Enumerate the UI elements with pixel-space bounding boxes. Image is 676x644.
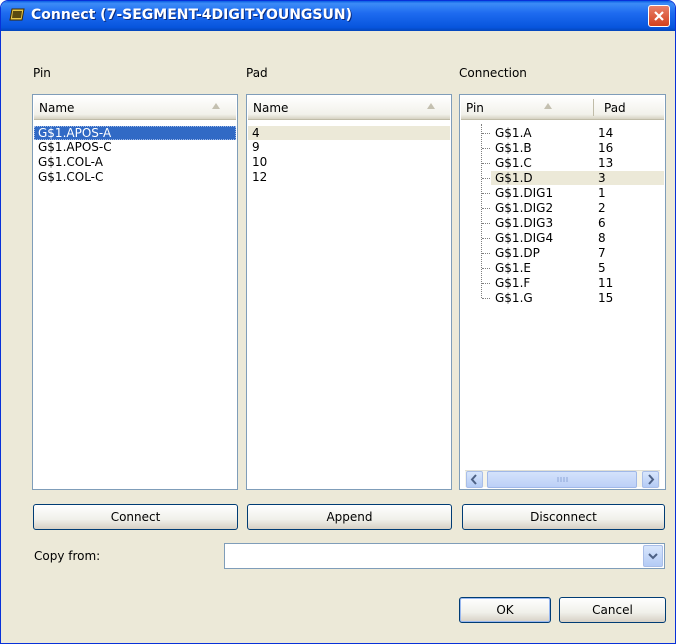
pad-list-item[interactable]: 12 xyxy=(248,170,450,184)
connection-pad-number: 6 xyxy=(598,216,606,230)
connection-column-header: Pin Pad xyxy=(461,96,664,120)
connection-row[interactable]: G$1.DIG2 2 xyxy=(491,201,664,215)
tree-connector-line xyxy=(482,193,490,194)
connection-pad-column-header[interactable]: Pad xyxy=(594,96,666,119)
connection-pad-number: 1 xyxy=(598,186,606,200)
pad-name-column-header[interactable]: Name xyxy=(248,96,450,120)
title-bar[interactable]: Connect (7-SEGMENT-4DIGIT-YOUNGSUN) xyxy=(1,1,675,31)
pad-name-column-label: Name xyxy=(253,101,289,115)
pad-list[interactable]: Name 4 9 10 12 xyxy=(246,94,452,490)
tree-connector-line xyxy=(482,283,490,284)
connection-pin-name: G$1.C xyxy=(495,156,532,170)
disconnect-button[interactable]: Disconnect xyxy=(462,504,665,530)
ok-button[interactable]: OK xyxy=(459,597,551,623)
connection-pin-name: G$1.DP xyxy=(495,246,540,260)
pad-list-item[interactable]: 4 xyxy=(248,126,450,140)
connection-pad-number: 5 xyxy=(598,261,606,275)
close-button[interactable] xyxy=(648,5,670,27)
connection-pad-number: 13 xyxy=(598,156,614,170)
connection-pin-name: G$1.G xyxy=(495,291,533,305)
tree-connector-line xyxy=(482,298,490,299)
copy-from-combobox[interactable] xyxy=(224,543,665,569)
pin-name-column-header[interactable]: Name xyxy=(34,96,236,120)
connection-pad-number: 8 xyxy=(598,231,606,245)
sort-ascending-icon xyxy=(544,103,552,109)
tree-connector-line xyxy=(482,208,490,209)
connection-row[interactable]: G$1.B 16 xyxy=(491,141,664,155)
arrow-right-icon xyxy=(648,474,655,485)
connection-pin-name: G$1.DIG2 xyxy=(495,201,554,215)
pin-list-item[interactable]: G$1.APOS-A xyxy=(34,126,236,140)
connection-row[interactable]: G$1.DIG4 8 xyxy=(491,231,664,245)
connect-dialog: Connect (7-SEGMENT-4DIGIT-YOUNGSUN) Pin … xyxy=(0,0,676,644)
connection-pin-name: G$1.A xyxy=(495,126,532,140)
grip-icon xyxy=(557,477,568,482)
pad-list-item[interactable]: 10 xyxy=(248,155,450,169)
pin-list-item[interactable]: G$1.COL-A xyxy=(34,155,236,169)
connection-row[interactable]: G$1.C 13 xyxy=(491,156,664,170)
tree-connector-line xyxy=(482,268,490,269)
connection-row[interactable]: G$1.G 15 xyxy=(491,291,664,305)
connection-pad-number: 14 xyxy=(598,126,614,140)
pin-name-column-label: Name xyxy=(39,101,75,115)
connect-app-icon xyxy=(9,8,25,21)
connection-row[interactable]: G$1.A 14 xyxy=(491,126,664,140)
connection-pad-column-label: Pad xyxy=(604,101,626,115)
tree-connector-line xyxy=(482,223,490,224)
sort-ascending-icon xyxy=(212,103,220,109)
connection-row[interactable]: G$1.D 3 xyxy=(491,171,664,185)
connection-pin-column-header[interactable]: Pin xyxy=(461,96,593,119)
scroll-left-button[interactable] xyxy=(466,471,483,488)
connection-tree[interactable]: Pin Pad G$1.A 14 G$1.B 16 G$1.C 13 G$1.D 3 G$1.D… xyxy=(459,94,666,490)
scrollbar-thumb[interactable] xyxy=(487,471,637,488)
connection-pin-name: G$1.DIG4 xyxy=(495,231,554,245)
connection-row[interactable]: G$1.DIG3 6 xyxy=(491,216,664,230)
connection-pad-number: 16 xyxy=(598,141,614,155)
copy-from-label: Copy from: xyxy=(34,549,101,563)
connection-pad-number: 15 xyxy=(598,291,614,305)
tree-connector-line xyxy=(482,148,490,149)
connection-pin-column-label: Pin xyxy=(466,101,484,115)
cancel-button[interactable]: Cancel xyxy=(559,597,666,623)
tree-connector-line xyxy=(482,238,490,239)
horizontal-scrollbar[interactable] xyxy=(465,470,660,488)
pad-panel-label: Pad xyxy=(246,66,268,80)
pin-list-item[interactable]: G$1.COL-C xyxy=(34,170,236,184)
close-icon xyxy=(654,11,664,21)
connection-pad-number: 2 xyxy=(598,201,606,215)
connection-row[interactable]: G$1.DIG1 1 xyxy=(491,186,664,200)
connection-pin-name: G$1.F xyxy=(495,276,531,290)
connection-pad-number: 3 xyxy=(598,171,606,185)
sort-ascending-icon xyxy=(427,103,435,109)
copy-from-dropdown-button[interactable] xyxy=(643,545,663,567)
connect-button[interactable]: Connect xyxy=(33,504,238,530)
connection-pin-name: G$1.B xyxy=(495,141,532,155)
connection-row[interactable]: G$1.F 11 xyxy=(491,276,664,290)
pin-list[interactable]: Name G$1.APOS-A G$1.APOS-C G$1.COL-A G$1… xyxy=(32,94,238,490)
tree-connector-line xyxy=(481,124,482,298)
tree-connector-line xyxy=(482,133,490,134)
connection-pin-name: G$1.DIG1 xyxy=(495,186,554,200)
pin-list-item[interactable]: G$1.APOS-C xyxy=(34,140,236,154)
connection-pad-number: 11 xyxy=(598,276,614,290)
connection-pin-name: G$1.D xyxy=(495,171,533,185)
connection-panel-label: Connection xyxy=(459,66,527,80)
connection-pin-name: G$1.E xyxy=(495,261,531,275)
append-button[interactable]: Append xyxy=(247,504,452,530)
tree-connector-line xyxy=(482,253,490,254)
connection-row[interactable]: G$1.DP 7 xyxy=(491,246,664,260)
tree-connector-line xyxy=(482,178,490,179)
connection-pad-number: 7 xyxy=(598,246,606,260)
window-title: Connect (7-SEGMENT-4DIGIT-YOUNGSUN) xyxy=(31,7,352,23)
connection-row[interactable]: G$1.E 5 xyxy=(491,261,664,275)
tree-connector-line xyxy=(482,163,490,164)
pin-panel-label: Pin xyxy=(33,66,51,80)
chevron-down-icon xyxy=(648,553,658,560)
arrow-left-icon xyxy=(470,474,477,485)
scroll-right-button[interactable] xyxy=(642,471,659,488)
pad-list-item[interactable]: 9 xyxy=(248,140,450,154)
connection-pin-name: G$1.DIG3 xyxy=(495,216,554,230)
